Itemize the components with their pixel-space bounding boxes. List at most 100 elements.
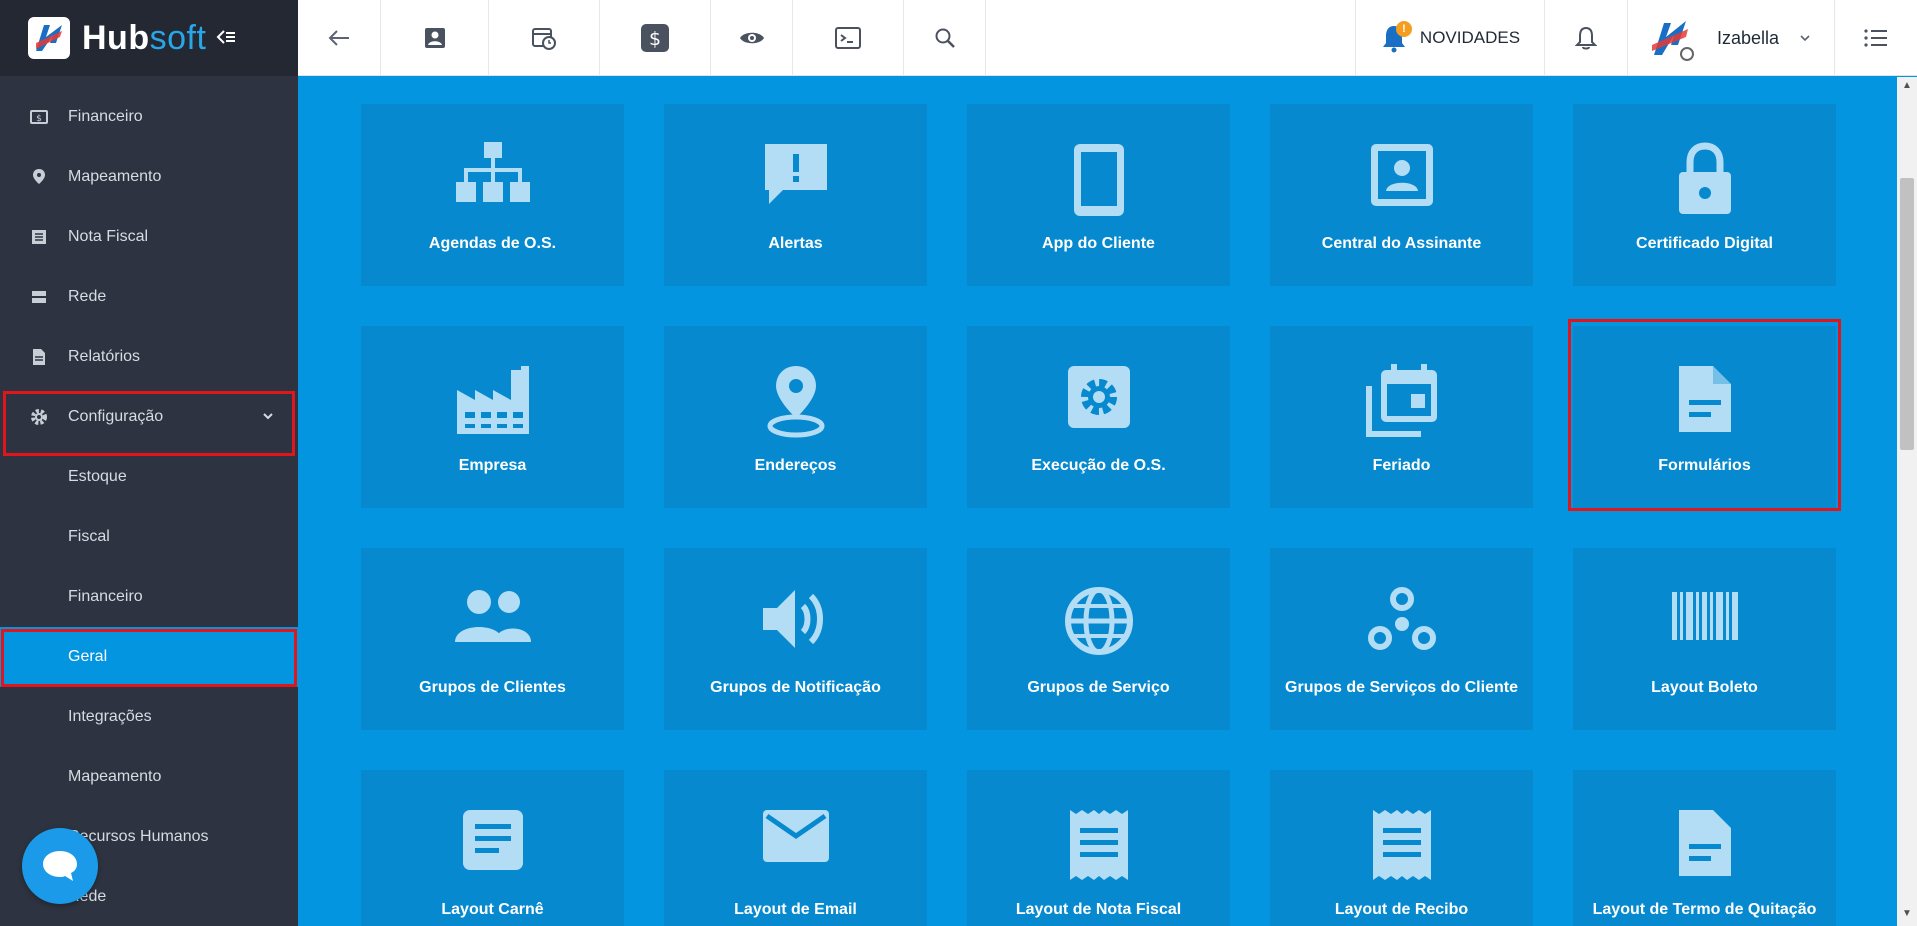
novidades-badge: ! bbox=[1395, 21, 1412, 37]
search-icon bbox=[935, 28, 955, 48]
tile-label: Agendas de O.S. bbox=[428, 235, 557, 252]
tile-layout-recibo[interactable]: Layout de Recibo bbox=[1270, 770, 1533, 926]
tile-formularios[interactable]: Formulários bbox=[1573, 326, 1836, 508]
sidebar-item-mapeamento[interactable]: Mapeamento bbox=[0, 147, 298, 207]
sidebar-item-label: Configuração bbox=[68, 408, 164, 425]
sidebar-item-label: Relatórios bbox=[68, 348, 141, 365]
scroll-down-icon[interactable]: ▼ bbox=[1900, 908, 1914, 922]
note-icon bbox=[462, 810, 523, 870]
tile-label: Grupos de Serviço bbox=[1027, 679, 1170, 696]
sidebar-item-financeiro[interactable]: $ Financeiro bbox=[0, 87, 298, 147]
money-icon: $ bbox=[30, 108, 48, 126]
sidebar-item-configuracao[interactable]: Configuração bbox=[0, 387, 298, 447]
notifications-button[interactable] bbox=[1545, 0, 1628, 76]
tile-layout-nota-fiscal[interactable]: Layout de Nota Fiscal bbox=[967, 770, 1230, 926]
tile-agendas-os[interactable]: Agendas de O.S. bbox=[361, 104, 624, 286]
view-button[interactable] bbox=[711, 0, 793, 76]
contact-card-icon bbox=[424, 28, 445, 48]
search-button[interactable] bbox=[904, 0, 986, 76]
tile-grupos-clientes[interactable]: Grupos de Clientes bbox=[361, 548, 624, 730]
sidebar-item-label: Financeiro bbox=[68, 108, 143, 125]
tile-execucao-os[interactable]: Execução de O.S. bbox=[967, 326, 1230, 508]
tile-layout-boleto[interactable]: Layout Boleto bbox=[1573, 548, 1836, 730]
tile-label: Layout Carnê bbox=[441, 901, 544, 918]
sidebar-item-label: Integrações bbox=[68, 708, 152, 725]
back-button[interactable] bbox=[298, 0, 381, 76]
sidebar-subitem-estoque[interactable]: Estoque bbox=[0, 447, 298, 507]
user-menu[interactable]: Izabella bbox=[1628, 0, 1835, 76]
tile-label: Layout de Email bbox=[734, 901, 857, 918]
sidebar-item-label: Estoque bbox=[68, 468, 127, 485]
receipt-icon bbox=[1069, 810, 1128, 880]
sidebar-item-relatorios[interactable]: Relatórios bbox=[0, 327, 298, 387]
sidebar-item-nota-fiscal[interactable]: Nota Fiscal bbox=[0, 207, 298, 267]
tile-label: Grupos de Notificação bbox=[710, 679, 881, 696]
tile-layout-email[interactable]: Layout de Email bbox=[664, 770, 927, 926]
menu-list-button[interactable] bbox=[1835, 0, 1917, 76]
tile-grupos-servico[interactable]: Grupos de Serviço bbox=[967, 548, 1230, 730]
billing-button[interactable]: $ bbox=[600, 0, 711, 76]
scroll-up-icon[interactable]: ▲ bbox=[1900, 80, 1914, 94]
tile-grupos-servicos-cliente[interactable]: Grupos de Serviços do Cliente bbox=[1270, 548, 1533, 730]
people-icon bbox=[454, 590, 531, 642]
lock-icon bbox=[1678, 142, 1731, 214]
terminal-button[interactable] bbox=[793, 0, 904, 76]
arrow-left-icon bbox=[328, 30, 349, 46]
report-icon bbox=[30, 348, 48, 366]
user-name: Izabella bbox=[1717, 27, 1780, 48]
tile-alertas[interactable]: Alertas bbox=[664, 104, 927, 286]
hubsoft-logo[interactable] bbox=[28, 17, 70, 59]
tile-label: Endereços bbox=[754, 457, 837, 474]
eye-icon bbox=[739, 32, 764, 44]
list-icon bbox=[30, 228, 48, 246]
globe-icon bbox=[1064, 587, 1133, 655]
dollar-icon: $ bbox=[641, 24, 669, 52]
scrollbar-thumb[interactable] bbox=[1900, 178, 1914, 450]
tile-certificado-digital[interactable]: Certificado Digital bbox=[1573, 104, 1836, 286]
tile-feriado[interactable]: Feriado bbox=[1270, 326, 1533, 508]
calendar-stack-icon bbox=[1365, 364, 1437, 437]
list-menu-icon bbox=[1864, 29, 1887, 47]
barcode-icon bbox=[1671, 592, 1738, 640]
tile-label: Layout de Nota Fiscal bbox=[1015, 901, 1182, 918]
tile-label: Layout de Termo de Quitação bbox=[1592, 901, 1817, 918]
sidebar-item-label: Mapeamento bbox=[68, 768, 162, 785]
tile-central-assinante[interactable]: Central do Assinante bbox=[1270, 104, 1533, 286]
calendar-clock-icon bbox=[532, 28, 556, 50]
sidebar-item-label: Rede bbox=[68, 288, 107, 305]
sidebar-item-label: Geral bbox=[68, 648, 108, 665]
tile-layout-termo-quitacao[interactable]: Layout de Termo de Quitação bbox=[1573, 770, 1836, 926]
sidebar-subitem-fiscal[interactable]: Fiscal bbox=[0, 507, 298, 567]
sidebar-nav: $ Financeiro Mapeamento Nota Fiscal Rede… bbox=[0, 87, 298, 926]
location-pin-icon bbox=[767, 366, 824, 438]
tile-label: Grupos de Clientes bbox=[419, 679, 566, 696]
novidades-label: NOVIDADES bbox=[1419, 28, 1521, 47]
tile-app-cliente[interactable]: App do Cliente bbox=[967, 104, 1230, 286]
sidebar-subitem-integracoes[interactable]: Integrações bbox=[0, 687, 298, 747]
sidebar-subitem-mapeamento[interactable]: Mapeamento bbox=[0, 747, 298, 807]
sidebar-subitem-financeiro[interactable]: Financeiro bbox=[0, 567, 298, 627]
tile-label: Execução de O.S. bbox=[1031, 457, 1166, 474]
tile-grupos-notificacao[interactable]: Grupos de Notificação bbox=[664, 548, 927, 730]
tile-enderecos[interactable]: Endereços bbox=[664, 326, 927, 508]
document-icon bbox=[1678, 810, 1731, 876]
novidades-button[interactable]: ! NOVIDADES bbox=[1355, 0, 1545, 76]
receipt-icon bbox=[1372, 810, 1431, 880]
chat-icon bbox=[43, 851, 77, 881]
schedule-button[interactable] bbox=[489, 0, 600, 76]
document-icon bbox=[1678, 366, 1731, 432]
tile-label: Formulários bbox=[1658, 457, 1751, 474]
portrait-icon bbox=[1370, 144, 1433, 206]
logo-bar: Hubsoft bbox=[0, 0, 298, 76]
sidebar-subitem-geral[interactable]: Geral bbox=[0, 627, 298, 687]
sidebar: Hubsoft $ Financeiro Mapeamento Nota Fis… bbox=[0, 0, 298, 926]
contacts-button[interactable] bbox=[381, 0, 489, 76]
tile-label: Layout de Recibo bbox=[1334, 901, 1469, 918]
chat-button[interactable] bbox=[22, 828, 98, 904]
collapse-menu-icon[interactable] bbox=[216, 25, 236, 51]
tile-layout-carne[interactable]: Layout Carnê bbox=[361, 770, 624, 926]
tile-label: Alertas bbox=[768, 235, 823, 252]
sidebar-item-rede[interactable]: Rede bbox=[0, 267, 298, 327]
tile-empresa[interactable]: Empresa bbox=[361, 326, 624, 508]
smartphone-icon bbox=[1073, 144, 1124, 216]
